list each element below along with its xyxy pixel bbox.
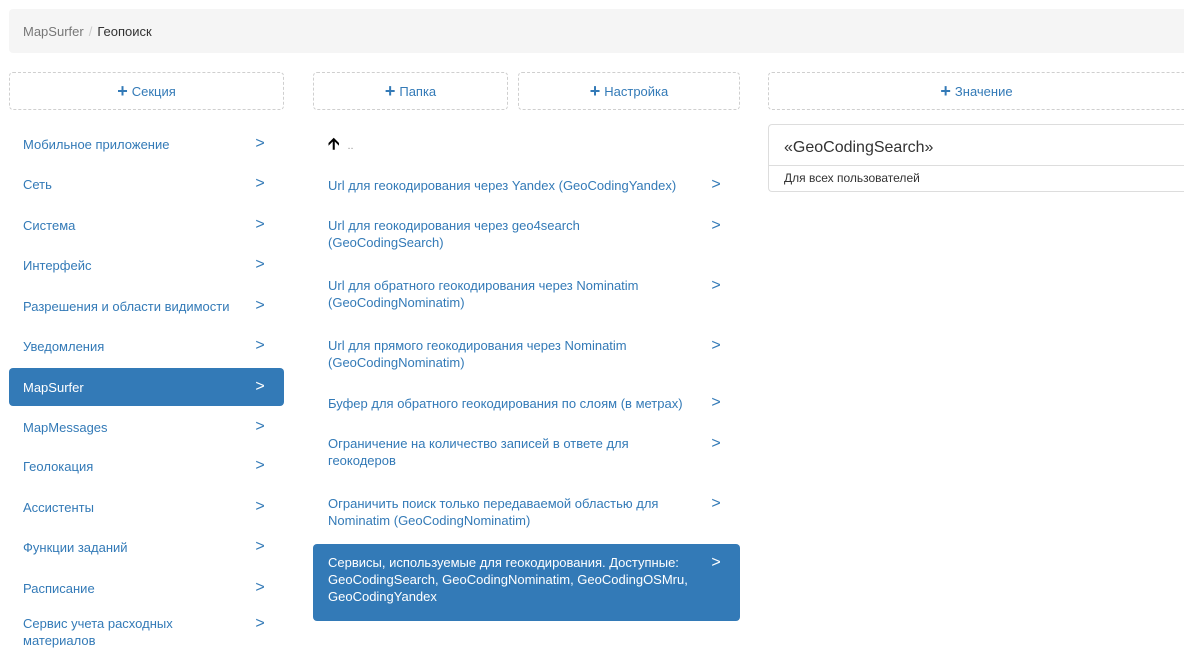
value-card-title: «GeoCodingSearch» bbox=[784, 139, 934, 156]
chevron-right-icon: > bbox=[255, 418, 265, 435]
breadcrumb-current: Геопоиск bbox=[97, 23, 152, 39]
section-item-system[interactable]: Система > bbox=[9, 206, 284, 244]
setting-item-label: Ограничение на количество записей в отве… bbox=[328, 436, 629, 468]
section-item-mobile-app[interactable]: Мобильное приложение > bbox=[9, 125, 284, 163]
chevron-right-icon: > bbox=[255, 378, 265, 395]
setting-item-label: Url для прямого геокодирования через Nom… bbox=[328, 338, 627, 370]
value-card[interactable]: «GeoCodingSearch» Для всех пользователей bbox=[768, 124, 1184, 192]
setting-item-label: Url для геокодирования через Yandex (Geo… bbox=[328, 177, 677, 193]
section-item-mapsurfer[interactable]: MapSurfer > bbox=[9, 368, 284, 406]
add-value-button[interactable]: + Значение bbox=[768, 72, 1184, 110]
add-section-label: Секция bbox=[131, 83, 176, 99]
section-item-label: Уведомления bbox=[23, 338, 105, 354]
arrow-up-icon: 🡩 bbox=[328, 135, 340, 153]
section-item-mapmessages[interactable]: MapMessages > bbox=[9, 408, 284, 446]
chevron-right-icon: > bbox=[711, 277, 721, 294]
section-item-label: Интерфейс bbox=[23, 257, 92, 273]
chevron-right-icon: > bbox=[711, 435, 721, 452]
section-item-label: MapSurfer bbox=[23, 379, 84, 395]
section-item-consumables[interactable]: Сервис учета расходных материалов > bbox=[9, 615, 284, 657]
setting-item-records-limit[interactable]: Ограничение на количество записей в отве… bbox=[313, 431, 740, 479]
chevron-right-icon: > bbox=[711, 554, 721, 571]
section-item-label: Расписание bbox=[23, 580, 95, 596]
setting-item-label: Буфер для обратного геокодирования по сл… bbox=[328, 395, 683, 411]
section-item-schedule[interactable]: Расписание > bbox=[9, 569, 284, 607]
folder-up-label: .. bbox=[347, 140, 354, 152]
setting-item-geocoding-yandex[interactable]: Url для геокодирования через Yandex (Geo… bbox=[313, 166, 740, 204]
section-item-assistants[interactable]: Ассистенты > bbox=[9, 488, 284, 526]
chevron-right-icon: > bbox=[255, 175, 265, 192]
section-item-label: Разрешения и области видимости bbox=[23, 298, 230, 314]
setting-item-nominatim-area[interactable]: Ограничить поиск только передаваемой обл… bbox=[313, 491, 740, 539]
section-item-label: Сеть bbox=[23, 176, 52, 192]
chevron-right-icon: > bbox=[255, 457, 265, 474]
plus-icon: + bbox=[589, 81, 601, 101]
chevron-right-icon: > bbox=[255, 297, 265, 314]
setting-item-geocoding-services[interactable]: Сервисы, используемые для геокодирования… bbox=[313, 544, 740, 621]
value-card-subtitle: Для всех пользователей bbox=[784, 171, 920, 185]
plus-icon: + bbox=[384, 81, 396, 101]
chevron-right-icon: > bbox=[255, 135, 265, 152]
section-item-task-functions[interactable]: Функции заданий > bbox=[9, 528, 284, 566]
add-section-button[interactable]: + Секция bbox=[9, 72, 284, 110]
section-item-label: Сервис учета расходных материалов bbox=[23, 616, 173, 648]
section-item-interface[interactable]: Интерфейс > bbox=[9, 246, 284, 284]
section-item-label: Функции заданий bbox=[23, 539, 128, 555]
add-setting-button[interactable]: + Настройка bbox=[518, 72, 740, 110]
section-item-label: Система bbox=[23, 217, 76, 233]
setting-item-label: Сервисы, используемые для геокодирования… bbox=[328, 555, 688, 604]
add-setting-label: Настройка bbox=[604, 83, 669, 99]
chevron-right-icon: > bbox=[255, 579, 265, 596]
chevron-right-icon: > bbox=[255, 216, 265, 233]
chevron-right-icon: > bbox=[255, 538, 265, 555]
section-item-permissions[interactable]: Разрешения и области видимости > bbox=[9, 287, 284, 325]
chevron-right-icon: > bbox=[255, 498, 265, 515]
add-folder-label: Папка bbox=[399, 83, 437, 99]
setting-item-label: Ограничить поиск только передаваемой обл… bbox=[328, 496, 659, 528]
section-item-label: MapMessages bbox=[23, 419, 108, 435]
chevron-right-icon: > bbox=[255, 337, 265, 354]
section-item-label: Геолокация bbox=[23, 458, 94, 474]
chevron-right-icon: > bbox=[711, 495, 721, 512]
setting-item-direct-nominatim[interactable]: Url для прямого геокодирования через Nom… bbox=[313, 333, 740, 381]
breadcrumb-root[interactable]: MapSurfer bbox=[23, 24, 84, 39]
setting-item-reverse-buffer[interactable]: Буфер для обратного геокодирования по сл… bbox=[313, 384, 740, 422]
setting-item-label: Url для геокодирования через geo4search … bbox=[328, 218, 580, 250]
setting-item-reverse-nominatim[interactable]: Url для обратного геокодирования через N… bbox=[313, 273, 740, 321]
section-item-network[interactable]: Сеть > bbox=[9, 165, 284, 203]
chevron-right-icon: > bbox=[711, 176, 721, 193]
section-item-label: Ассистенты bbox=[23, 499, 94, 515]
chevron-right-icon: > bbox=[255, 615, 265, 632]
breadcrumb-separator: / bbox=[88, 23, 93, 39]
chevron-right-icon: > bbox=[711, 217, 721, 234]
add-folder-button[interactable]: + Папка bbox=[313, 72, 508, 110]
setting-item-label: Url для обратного геокодирования через N… bbox=[328, 278, 639, 310]
value-card-divider bbox=[769, 165, 1184, 166]
plus-icon: + bbox=[940, 81, 951, 101]
setting-item-geocoding-search[interactable]: Url для геокодирования через geo4search … bbox=[313, 213, 740, 261]
section-item-geolocation[interactable]: Геолокация > bbox=[9, 447, 284, 485]
add-value-label: Значение bbox=[954, 83, 1013, 99]
plus-icon: + bbox=[117, 81, 128, 101]
chevron-right-icon: > bbox=[711, 337, 721, 354]
section-item-label: Мобильное приложение bbox=[23, 136, 170, 152]
folder-up-item[interactable]: 🡩 .. bbox=[328, 136, 354, 156]
chevron-right-icon: > bbox=[711, 394, 721, 411]
section-item-notifications[interactable]: Уведомления > bbox=[9, 327, 284, 365]
breadcrumb: MapSurfer / Геопоиск bbox=[9, 9, 1184, 53]
chevron-right-icon: > bbox=[255, 256, 265, 273]
